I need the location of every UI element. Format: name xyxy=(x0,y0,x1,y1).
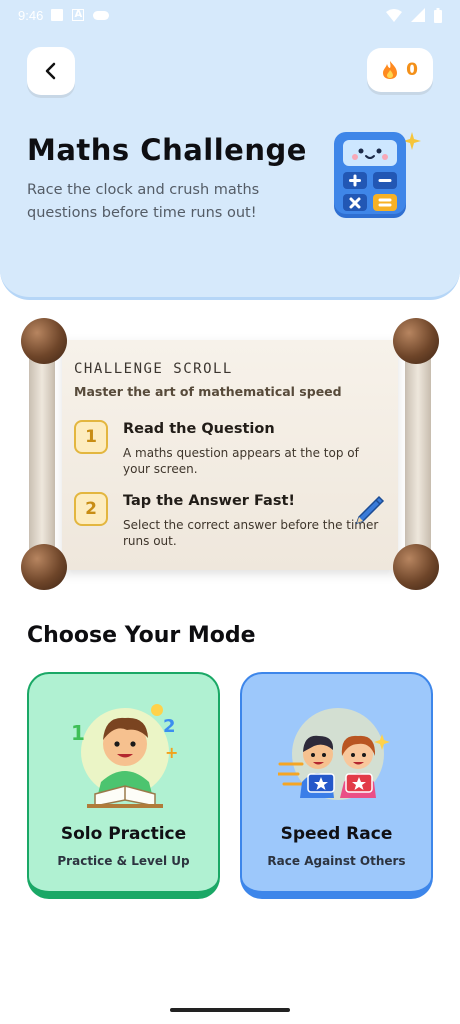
page: 9:46 A 0 Maths Challenge Race the clock … xyxy=(0,0,460,1024)
calculator-icon xyxy=(334,132,421,218)
app-notification-icon: A xyxy=(72,9,85,21)
flame-icon xyxy=(383,61,398,79)
step-number: 2 xyxy=(74,492,108,526)
chevron-left-icon xyxy=(45,62,56,80)
notification-icon xyxy=(51,9,64,21)
solo-practice-card[interactable]: 1 2 + Solo Practice Practice & Level Up xyxy=(27,672,220,899)
scroll-knob xyxy=(21,318,67,364)
back-button[interactable] xyxy=(27,47,75,95)
streak-badge[interactable]: 0 xyxy=(367,48,433,92)
scroll-knob xyxy=(393,318,439,364)
scroll-knob xyxy=(393,544,439,590)
pencil-icon xyxy=(355,495,385,525)
step-title: Read the Question xyxy=(123,421,275,437)
wifi-icon xyxy=(386,8,402,22)
page-subtitle: Race the clock and crush maths questions… xyxy=(27,182,260,221)
step-number: 1 xyxy=(74,420,108,454)
svg-text:+: + xyxy=(165,743,178,762)
signal-icon xyxy=(411,8,425,22)
challenge-scroll: CHALLENGE SCROLL Master the art of mathe… xyxy=(20,318,440,590)
streak-count: 0 xyxy=(406,60,418,80)
svg-text:2: 2 xyxy=(163,716,176,737)
cloud-icon xyxy=(93,10,110,20)
scroll-knob xyxy=(21,544,67,590)
battery-icon xyxy=(434,7,442,23)
svg-text:1: 1 xyxy=(71,721,85,745)
kids-racing-illustration xyxy=(278,708,390,800)
step-description: A maths question appears at the top of y… xyxy=(123,446,359,476)
boy-reading-illustration: 1 2 + xyxy=(71,704,178,808)
solo-practice-title: Solo Practice xyxy=(60,824,187,844)
solo-practice-subtitle: Practice & Level Up xyxy=(57,854,190,868)
speed-race-card[interactable]: Speed Race Race Against Others xyxy=(240,672,433,899)
status-bar: 9:46 A xyxy=(0,0,460,30)
scroll-roll-left xyxy=(29,340,55,572)
speed-race-title: Speed Race xyxy=(280,824,393,844)
scroll-subtitle: Master the art of mathematical speed xyxy=(74,384,342,399)
scroll-title: CHALLENGE SCROLL xyxy=(74,361,233,377)
step-title: Tap the Answer Fast! xyxy=(123,493,295,509)
speed-race-subtitle: Race Against Others xyxy=(267,854,406,868)
home-indicator[interactable] xyxy=(170,1008,290,1012)
page-title: Maths Challenge xyxy=(27,133,307,167)
mode-heading: Choose Your Mode xyxy=(27,623,256,648)
step-description: Select the correct answer before the tim… xyxy=(123,518,379,548)
status-time: 9:46 xyxy=(18,7,44,23)
scroll-roll-right xyxy=(405,340,431,572)
